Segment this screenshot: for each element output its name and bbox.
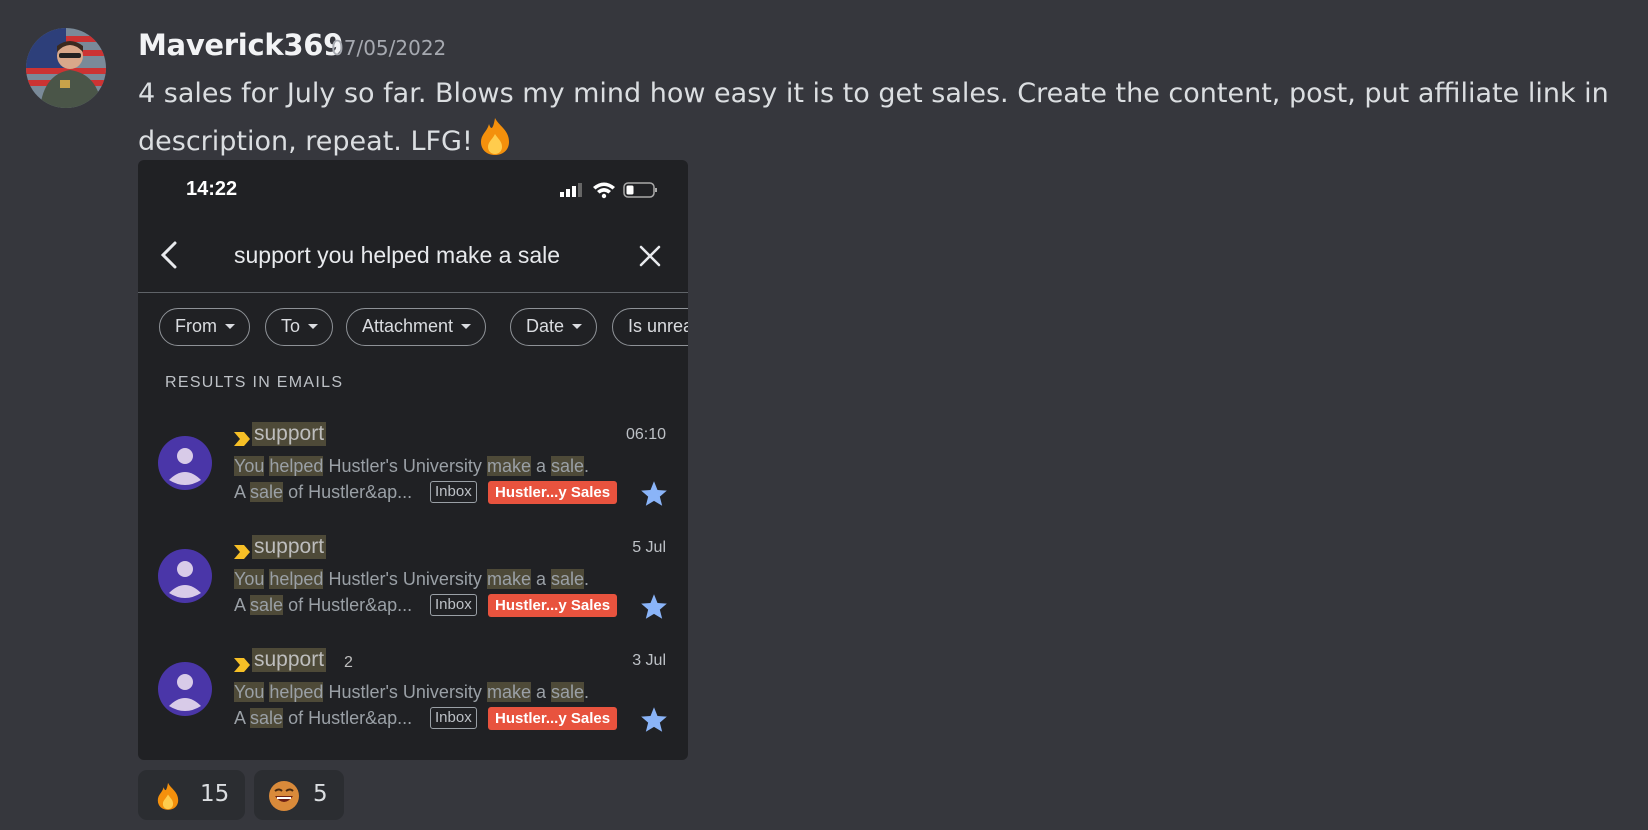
inbox-tag: Inbox xyxy=(430,481,477,503)
message-author[interactable]: Maverick369 xyxy=(138,28,343,62)
inbox-tag: Inbox xyxy=(430,594,477,616)
sender-name: support xyxy=(252,422,327,446)
thread-count: 2 xyxy=(344,654,353,671)
back-arrow-icon[interactable] xyxy=(158,240,180,275)
attached-screenshot[interactable]: 14:22 support you helped make a sale Fro… xyxy=(138,160,688,760)
message-timestamp: 07/05/2022 xyxy=(331,36,447,60)
reaction-laugh[interactable]: 5 xyxy=(254,770,344,820)
star-icon[interactable] xyxy=(640,706,668,738)
dropdown-caret-icon xyxy=(461,324,472,329)
battery-icon xyxy=(623,182,657,198)
sender-name: support xyxy=(252,535,327,559)
search-divider xyxy=(138,292,688,293)
label-tag: Hustler...y Sales xyxy=(488,707,618,730)
filter-chip-is-unread[interactable]: Is unrea xyxy=(612,308,688,346)
status-bar-icons xyxy=(560,180,660,205)
laughing-face-icon xyxy=(268,780,300,816)
email-result-row[interactable]: support 06:10 You helped Hustler's Unive… xyxy=(138,418,688,518)
reaction-count: 5 xyxy=(313,781,328,807)
importance-marker-icon[interactable] xyxy=(234,545,250,564)
chip-label: Date xyxy=(526,316,565,336)
email-subject: You helped Hustler's University make a s… xyxy=(234,569,590,589)
status-time: 14:22 xyxy=(186,178,238,200)
reaction-fire[interactable]: 15 xyxy=(138,770,245,820)
email-result-row[interactable]: support 5 Jul You helped Hustler's Unive… xyxy=(138,531,688,631)
dropdown-caret-icon xyxy=(308,324,319,329)
importance-marker-icon[interactable] xyxy=(234,658,250,677)
sender-avatar-icon xyxy=(158,436,212,495)
email-subject: You helped Hustler's University make a s… xyxy=(234,682,590,702)
signal-icon xyxy=(560,183,582,197)
filter-chip-attachment[interactable]: Attachment xyxy=(346,308,487,346)
search-query[interactable]: support you helped make a sale xyxy=(234,242,560,269)
email-time: 06:10 xyxy=(625,426,666,443)
inbox-tag: Inbox xyxy=(430,707,477,729)
message-content: 4 sales for July so far. Blows my mind h… xyxy=(138,72,1618,170)
sender-avatar-icon xyxy=(158,549,212,608)
filter-chip-to[interactable]: To xyxy=(265,308,334,346)
label-tag: Hustler...y Sales xyxy=(488,594,618,617)
email-snippet: A sale of Hustler&ap... xyxy=(234,482,413,502)
star-icon[interactable] xyxy=(640,593,668,625)
chip-label: From xyxy=(175,316,217,336)
email-time: 3 Jul xyxy=(632,652,666,669)
filter-chip-from[interactable]: From xyxy=(159,308,250,346)
chip-label: Is unrea xyxy=(628,316,688,336)
dropdown-caret-icon xyxy=(225,324,235,329)
label-tag: Hustler...y Sales xyxy=(488,481,618,504)
star-icon[interactable] xyxy=(640,480,668,512)
close-icon[interactable] xyxy=(638,244,662,273)
email-result-row[interactable]: support 2 3 Jul You helped Hustler's Uni… xyxy=(138,644,688,744)
chip-label: To xyxy=(281,316,301,336)
user-avatar[interactable] xyxy=(26,28,106,108)
sender-avatar-icon xyxy=(158,662,212,721)
dropdown-caret-icon xyxy=(572,324,583,329)
message-text: 4 sales for July so far. Blows my mind h… xyxy=(138,78,1609,157)
filter-chip-date[interactable]: Date xyxy=(510,308,598,346)
importance-marker-icon[interactable] xyxy=(234,432,250,451)
section-label: RESULTS IN EMAILS xyxy=(165,374,344,391)
chip-label: Attachment xyxy=(362,316,454,336)
sender-name: support xyxy=(252,648,327,672)
email-subject: You helped Hustler's University make a s… xyxy=(234,456,590,476)
fire-icon xyxy=(152,780,184,816)
reaction-count: 15 xyxy=(200,781,230,807)
email-time: 5 Jul xyxy=(632,539,666,556)
wifi-icon xyxy=(593,182,615,199)
email-snippet: A sale of Hustler&ap... xyxy=(234,595,413,615)
email-snippet: A sale of Hustler&ap... xyxy=(234,708,413,728)
